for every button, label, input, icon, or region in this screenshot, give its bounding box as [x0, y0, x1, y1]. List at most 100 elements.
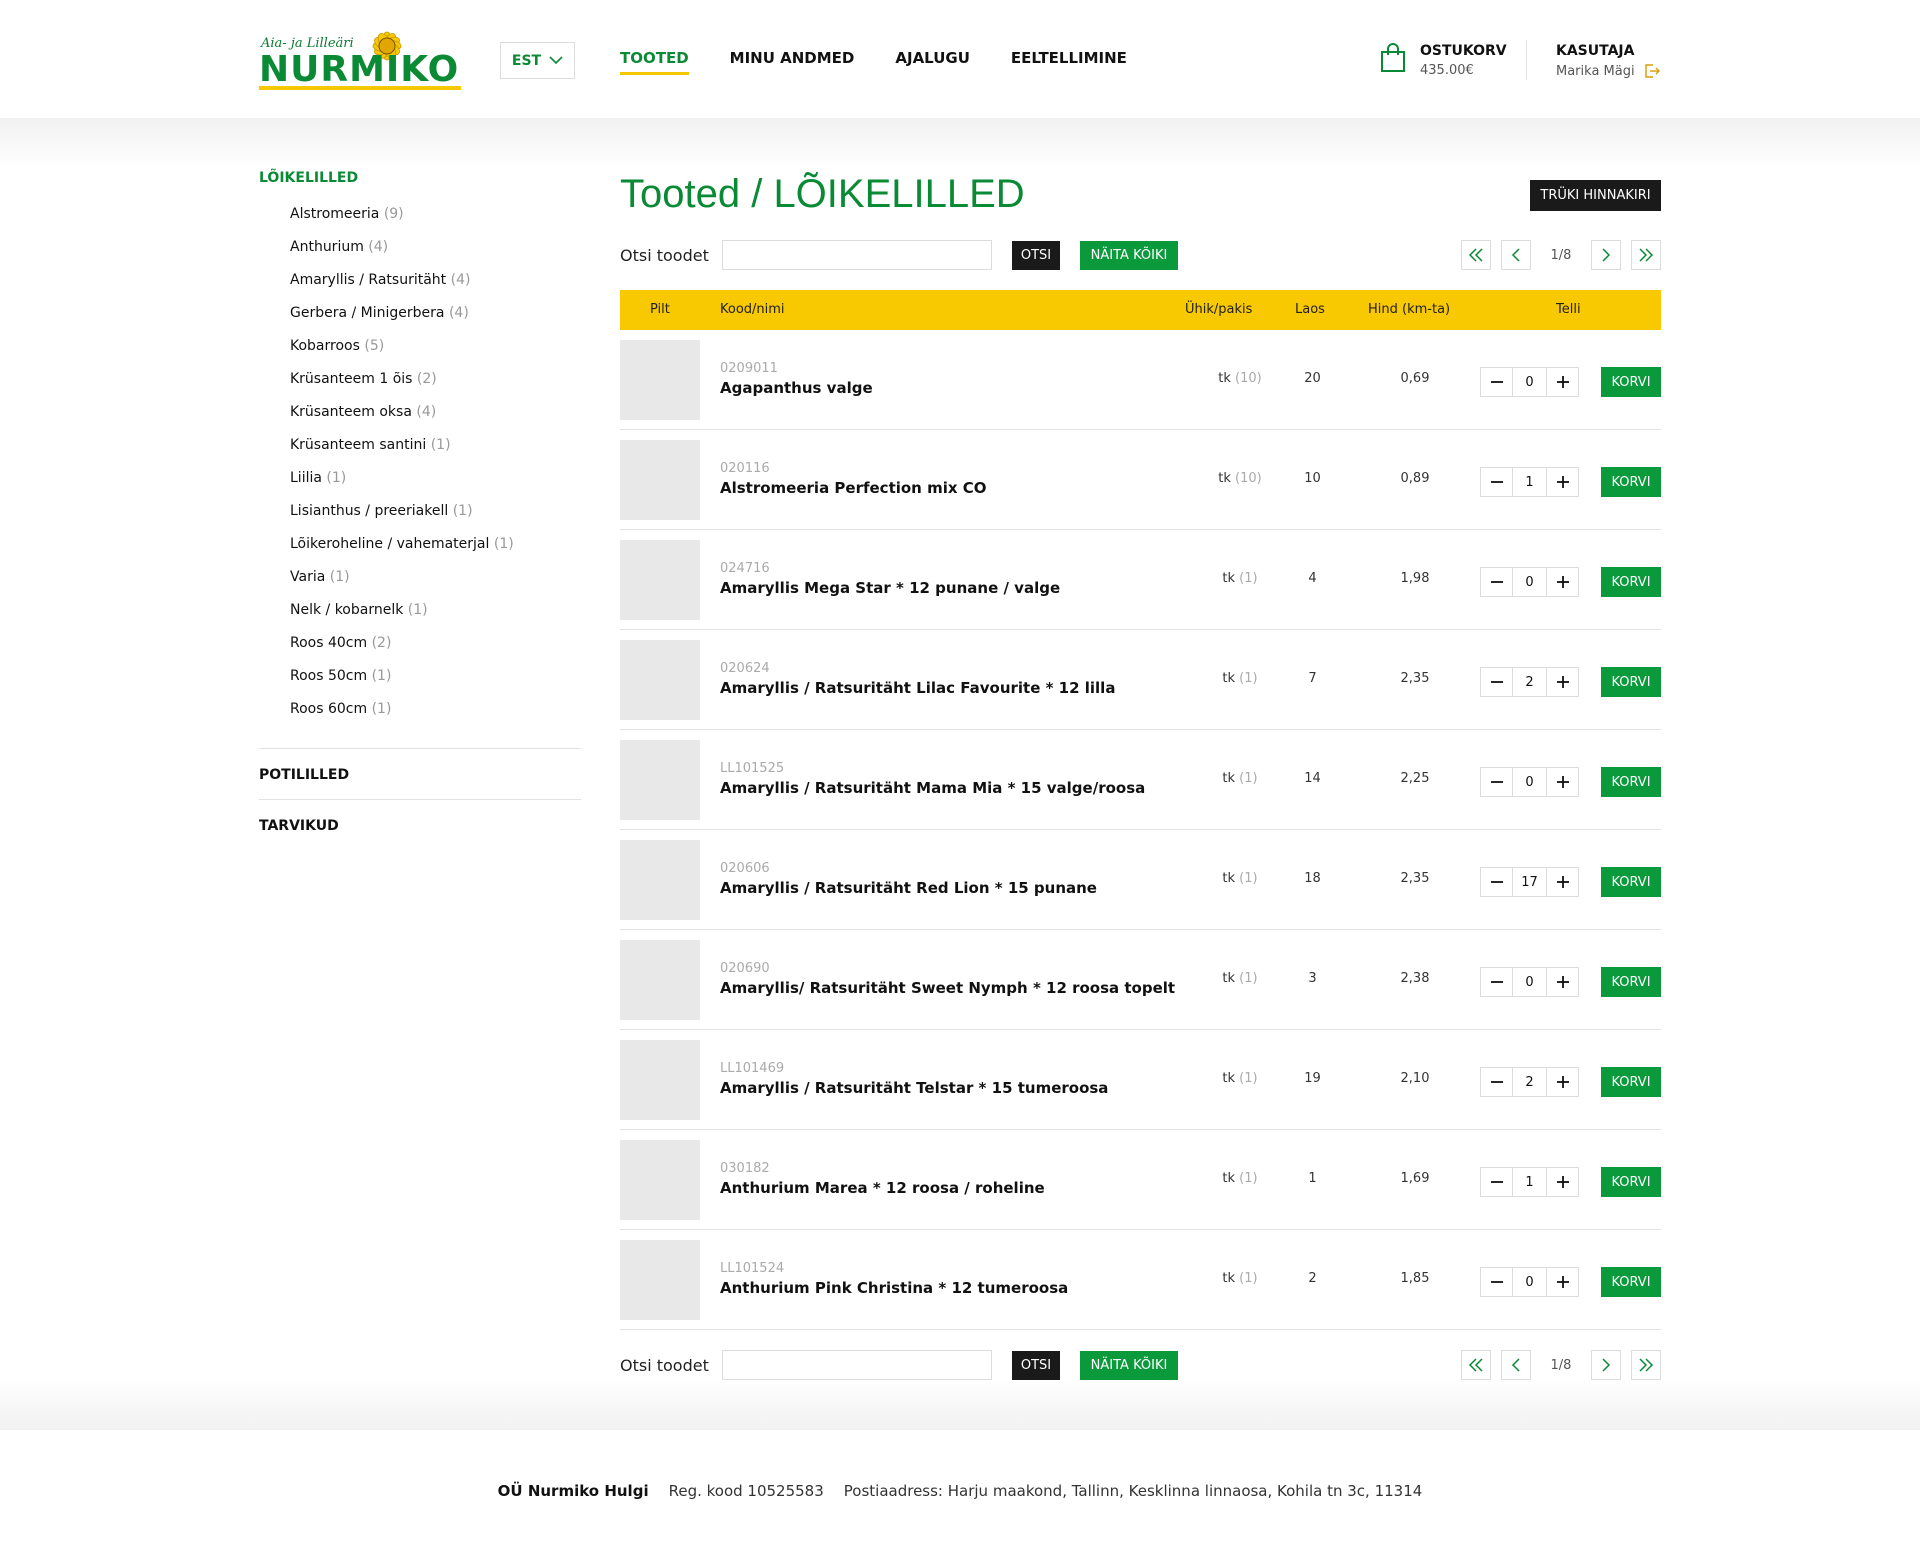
subcategory-item[interactable]: Varia (1) [259, 561, 581, 594]
show-all-button[interactable]: NÄITA KÕIKI [1080, 241, 1178, 270]
quantity-value[interactable]: 2 [1513, 667, 1546, 697]
quantity-value[interactable]: 17 [1513, 867, 1546, 897]
subcategory-item[interactable]: Roos 40cm (2) [259, 627, 581, 660]
subcategory-item[interactable]: Roos 50cm (1) [259, 660, 581, 693]
nav-eeltellimine[interactable]: EELTELLIMINE [1011, 49, 1127, 75]
product-name: Agapanthus valge [720, 379, 873, 397]
search-label: Otsi toodet [620, 1356, 709, 1375]
subcategory-count: (1) [329, 569, 350, 585]
subcategory-item[interactable]: Anthurium (4) [259, 231, 581, 264]
quantity-value[interactable]: 0 [1513, 1267, 1546, 1297]
subcategory-item[interactable]: Krüsanteem santini (1) [259, 429, 581, 462]
add-to-cart-button[interactable]: KORVI [1601, 467, 1661, 497]
quantity-value[interactable]: 0 [1513, 967, 1546, 997]
unit-label: tk [1222, 1171, 1236, 1186]
cart-summary[interactable]: OSTUKORV 435.00€ [1380, 43, 1507, 78]
minus-icon [1490, 681, 1503, 683]
chevron-left-icon [1511, 1358, 1520, 1372]
product-price: 1,69 [1400, 1171, 1430, 1186]
quantity-value[interactable]: 1 [1513, 467, 1546, 497]
subcategory-item[interactable]: Krüsanteem oksa (4) [259, 396, 581, 429]
search-input[interactable] [722, 1350, 992, 1380]
nav-tooted[interactable]: TOOTED [620, 49, 689, 75]
increase-qty-button[interactable] [1546, 1267, 1579, 1297]
subcategory-item[interactable]: Gerbera / Minigerbera (4) [259, 297, 581, 330]
add-to-cart-button[interactable]: KORVI [1601, 667, 1661, 697]
print-price-list-button[interactable]: TRÜKI HINNAKIRI [1530, 180, 1661, 211]
language-selector[interactable]: EST [500, 42, 575, 79]
subcategory-item[interactable]: Krüsanteem 1 õis (2) [259, 363, 581, 396]
decrease-qty-button[interactable] [1480, 1267, 1513, 1297]
product-code: 020116 [720, 461, 770, 476]
first-page-button[interactable] [1461, 1350, 1491, 1380]
subcategory-item[interactable]: Lõikeroheline / vahematerjal (1) [259, 528, 581, 561]
subcategory-item[interactable]: Amaryllis / Ratsuritäht (4) [259, 264, 581, 297]
next-page-button[interactable] [1591, 240, 1621, 270]
increase-qty-button[interactable] [1546, 867, 1579, 897]
add-to-cart-button[interactable]: KORVI [1601, 1167, 1661, 1197]
increase-qty-button[interactable] [1546, 767, 1579, 797]
product-stock: 20 [1304, 371, 1321, 386]
subcategory-item[interactable]: Nelk / kobarnelk (1) [259, 594, 581, 627]
category-potililled[interactable]: POTILILLED [259, 749, 581, 799]
quantity-value[interactable]: 0 [1513, 567, 1546, 597]
decrease-qty-button[interactable] [1480, 767, 1513, 797]
search-input[interactable] [722, 240, 992, 270]
subcategory-label: Anthurium [290, 239, 364, 255]
increase-qty-button[interactable] [1546, 467, 1579, 497]
nav-minu-andmed[interactable]: MINU ANDMED [730, 49, 855, 75]
decrease-qty-button[interactable] [1480, 1067, 1513, 1097]
increase-qty-button[interactable] [1546, 667, 1579, 697]
increase-qty-button[interactable] [1546, 967, 1579, 997]
decrease-qty-button[interactable] [1480, 967, 1513, 997]
prev-page-button[interactable] [1501, 1350, 1531, 1380]
decrease-qty-button[interactable] [1480, 567, 1513, 597]
subcategory-item[interactable]: Alstromeeria (9) [259, 198, 581, 231]
quantity-value[interactable]: 1 [1513, 1167, 1546, 1197]
add-to-cart-button[interactable]: KORVI [1601, 567, 1661, 597]
add-to-cart-button[interactable]: KORVI [1601, 767, 1661, 797]
increase-qty-button[interactable] [1546, 1167, 1579, 1197]
subcategory-item[interactable]: Lisianthus / preeriakell (1) [259, 495, 581, 528]
add-to-cart-button[interactable]: KORVI [1601, 1267, 1661, 1297]
decrease-qty-button[interactable] [1480, 367, 1513, 397]
product-unit: tk (1) [1200, 1171, 1280, 1186]
category-tarvikud[interactable]: TARVIKUD [259, 800, 581, 850]
add-to-cart-button[interactable]: KORVI [1601, 967, 1661, 997]
decrease-qty-button[interactable] [1480, 1167, 1513, 1197]
product-price: 2,35 [1400, 871, 1430, 886]
quantity-value[interactable]: 2 [1513, 1067, 1546, 1097]
plus-icon [1556, 576, 1569, 588]
search-button[interactable]: OTSI [1012, 1351, 1060, 1380]
header-divider [1526, 40, 1527, 80]
next-page-button[interactable] [1591, 1350, 1621, 1380]
first-page-button[interactable] [1461, 240, 1491, 270]
nav-ajalugu[interactable]: AJALUGU [895, 49, 970, 75]
decrease-qty-button[interactable] [1480, 667, 1513, 697]
show-all-button[interactable]: NÄITA KÕIKI [1080, 1351, 1178, 1380]
quantity-value[interactable]: 0 [1513, 767, 1546, 797]
last-page-button[interactable] [1631, 240, 1661, 270]
increase-qty-button[interactable] [1546, 567, 1579, 597]
add-to-cart-button[interactable]: KORVI [1601, 1067, 1661, 1097]
search-button[interactable]: OTSI [1012, 241, 1060, 270]
add-to-cart-button[interactable]: KORVI [1601, 367, 1661, 397]
increase-qty-button[interactable] [1546, 367, 1579, 397]
category-loikelilled[interactable]: LÕIKELILLED [259, 170, 581, 186]
subcategory-item[interactable]: Kobarroos (5) [259, 330, 581, 363]
quantity-value[interactable]: 0 [1513, 367, 1546, 397]
decrease-qty-button[interactable] [1480, 467, 1513, 497]
subcategory-item[interactable]: Roos 60cm (1) [259, 693, 581, 726]
product-image-placeholder [620, 840, 700, 920]
prev-page-button[interactable] [1501, 240, 1531, 270]
last-page-button[interactable] [1631, 1350, 1661, 1380]
add-to-cart-button[interactable]: KORVI [1601, 867, 1661, 897]
nurmiko-logo[interactable]: Aia- ja Lilleäri NURMIKO [259, 28, 463, 90]
increase-qty-button[interactable] [1546, 1067, 1579, 1097]
product-price: 2,38 [1400, 971, 1430, 986]
logout-icon[interactable] [1643, 63, 1661, 79]
subcategory-item[interactable]: Liilia (1) [259, 462, 581, 495]
decrease-qty-button[interactable] [1480, 867, 1513, 897]
subcategory-count: (4) [450, 272, 471, 288]
product-unit: tk (1) [1200, 771, 1280, 786]
